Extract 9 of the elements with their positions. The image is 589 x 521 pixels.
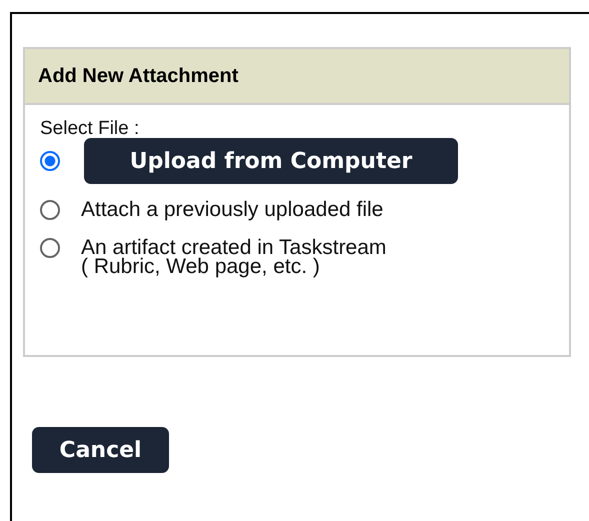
- field-label: Select File :: [40, 118, 140, 140]
- radio-button[interactable]: [40, 200, 60, 220]
- cancel-button[interactable]: Cancel: [32, 427, 169, 473]
- option-note: ( Rubric, Web page, etc. ): [81, 256, 321, 278]
- option-label[interactable]: Attach a previously uploaded file: [81, 198, 384, 222]
- upload-button[interactable]: Upload from Computer: [84, 138, 458, 184]
- radio-button[interactable]: [40, 238, 60, 258]
- panel-header: Add New Attachment: [25, 49, 569, 105]
- radio-button[interactable]: [40, 151, 60, 171]
